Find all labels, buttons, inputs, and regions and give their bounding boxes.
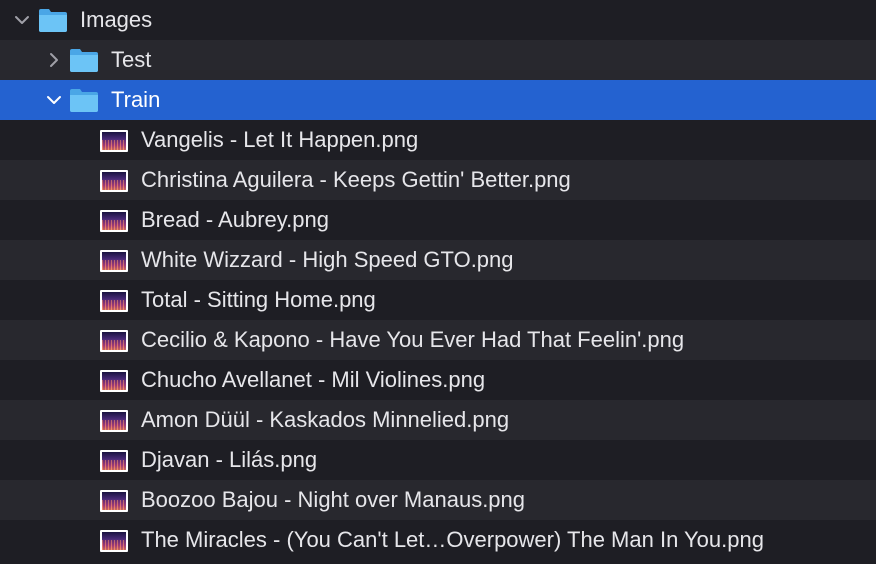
image-thumbnail-icon: [100, 290, 128, 312]
file-row[interactable]: Chucho Avellanet - Mil Violines.png: [0, 360, 876, 400]
file-name: The Miracles - (You Can't Let…Overpower)…: [141, 527, 764, 552]
image-thumbnail-icon: [100, 130, 128, 152]
file-name: Bread - Aubrey.png: [141, 207, 329, 232]
file-row[interactable]: Vangelis - Let It Happen.png: [0, 120, 876, 160]
file-name: Djavan - Lilás.png: [141, 447, 318, 472]
file-row[interactable]: Djavan - Lilás.png: [0, 440, 876, 480]
folder-icon: [70, 89, 98, 112]
file-row[interactable]: Amon Düül - Kaskados Minnelied.png: [0, 400, 876, 440]
image-thumbnail-icon: [100, 330, 128, 352]
file-row[interactable]: Christina Aguilera - Keeps Gettin' Bette…: [0, 160, 876, 200]
image-thumbnail-icon: [100, 490, 128, 512]
file-row[interactable]: White Wizzard - High Speed GTO.png: [0, 240, 876, 280]
image-thumbnail-icon: [100, 370, 128, 392]
image-thumbnail-icon: [100, 210, 128, 232]
image-thumbnail-icon: [100, 450, 128, 472]
file-name: Vangelis - Let It Happen.png: [141, 127, 419, 152]
chevron-down-icon[interactable]: [44, 90, 64, 110]
file-row[interactable]: Boozoo Bajou - Night over Manaus.png: [0, 480, 876, 520]
tree-row-label: Images: [80, 7, 153, 32]
file-name: Amon Düül - Kaskados Minnelied.png: [141, 407, 510, 432]
file-row[interactable]: Cecilio & Kapono - Have You Ever Had Tha…: [0, 320, 876, 360]
folder-icon: [39, 9, 67, 32]
file-row[interactable]: The Miracles - (You Can't Let…Overpower)…: [0, 520, 876, 560]
folder-icon: [70, 49, 98, 72]
file-name: Cecilio & Kapono - Have You Ever Had Tha…: [141, 327, 685, 352]
tree-row-label: Train: [111, 87, 161, 112]
image-thumbnail-icon: [100, 170, 128, 192]
image-thumbnail-icon: [100, 410, 128, 432]
chevron-right-icon[interactable]: [44, 50, 64, 70]
file-name: Christina Aguilera - Keeps Gettin' Bette…: [141, 167, 571, 192]
tree-row-images[interactable]: Images: [0, 0, 876, 40]
file-row[interactable]: Bread - Aubrey.png: [0, 200, 876, 240]
chevron-down-icon[interactable]: [12, 10, 32, 30]
tree-row-label: Test: [111, 47, 152, 72]
image-thumbnail-icon: [100, 530, 128, 552]
tree-row-test[interactable]: Test: [0, 40, 876, 80]
file-name: White Wizzard - High Speed GTO.png: [141, 247, 514, 272]
file-tree: Images Test Train Vangelis - Let It Happ…: [0, 0, 876, 564]
file-name: Boozoo Bajou - Night over Manaus.png: [141, 487, 526, 512]
image-thumbnail-icon: [100, 250, 128, 272]
tree-row-train[interactable]: Train: [0, 80, 876, 120]
file-name: Chucho Avellanet - Mil Violines.png: [141, 367, 486, 392]
file-row[interactable]: Total - Sitting Home.png: [0, 280, 876, 320]
file-name: Total - Sitting Home.png: [141, 287, 376, 312]
